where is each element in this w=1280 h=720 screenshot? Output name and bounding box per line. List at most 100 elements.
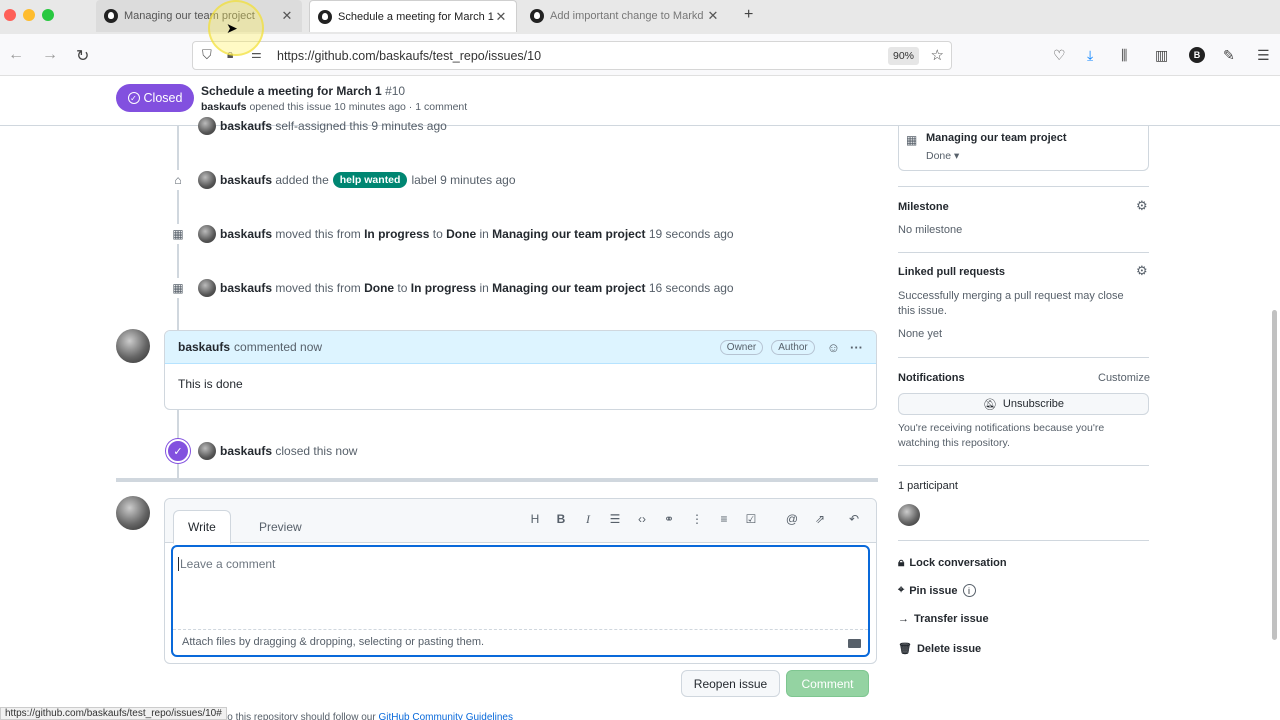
zoom-level[interactable]: 90% [887, 47, 919, 65]
tab-preview[interactable]: Preview [245, 510, 316, 544]
browser-tab-project[interactable]: Managing our team project ✕ [96, 0, 302, 32]
comment-time[interactable]: commented now [234, 340, 322, 354]
bookmark-star-icon[interactable]: ☆ [931, 46, 944, 64]
unsubscribe-button[interactable]: 🔕︎ Unsubscribe [898, 393, 1149, 415]
transfer-issue-action[interactable]: → Transfer issue [898, 613, 989, 625]
url-text[interactable]: https://github.com/baskaufs/test_repo/is… [277, 49, 541, 63]
github-icon [104, 9, 118, 23]
browser-tab-markdown[interactable]: Add important change to Markd ✕ [522, 0, 728, 32]
user-avatar[interactable] [198, 225, 216, 243]
quote-icon[interactable]: ☰ [606, 512, 624, 526]
shield-icon[interactable]: ⛉ [202, 47, 212, 63]
address-bar[interactable]: ⛉ 🔒︎ ⚌ https://github.com/baskaufs/test_… [192, 41, 952, 70]
page-scrollbar[interactable] [1272, 310, 1277, 640]
close-tab-icon[interactable]: ✕ [494, 9, 508, 25]
new-tab-icon[interactable]: + [744, 6, 753, 24]
close-tab-icon[interactable]: ✕ [280, 8, 294, 24]
guidelines-link[interactable]: GitHub Community Guidelines [378, 712, 513, 720]
downloads-icon[interactable]: ⤓ [1087, 47, 1093, 64]
event-time[interactable]: 16 seconds ago [649, 281, 734, 295]
user-avatar[interactable] [198, 279, 216, 297]
forward-icon[interactable]: → [42, 46, 58, 64]
project-status: Done [926, 150, 952, 162]
code-icon[interactable]: ‹› [633, 512, 651, 526]
author-badge: Author [771, 339, 815, 355]
help-wanted-label[interactable]: help wanted [332, 172, 408, 188]
comment-button[interactable]: Comment [786, 670, 869, 697]
milestone-gear-icon[interactable]: ⚙ [1136, 198, 1148, 214]
event-user[interactable]: baskaufs [220, 444, 272, 458]
saved-replies-icon[interactable]: ↶ [845, 512, 863, 526]
sidebar-divider [898, 540, 1149, 541]
author-link[interactable]: baskaufs [201, 101, 247, 113]
user-avatar[interactable] [198, 171, 216, 189]
pin-issue-action[interactable]: ⌖ Pin issue i [898, 584, 976, 597]
mention-icon[interactable]: @ [783, 512, 801, 526]
bullet-list-icon[interactable]: ⋮ [688, 512, 706, 526]
kebab-menu-icon[interactable]: ··· [850, 340, 863, 355]
project-name[interactable]: Managing our team project [926, 132, 1067, 144]
event-user[interactable]: baskaufs [220, 173, 272, 187]
github-icon [318, 9, 332, 24]
reload-icon[interactable]: ↻ [76, 46, 89, 66]
linked-prs-description: Successfully merging a pull request may … [898, 290, 1124, 317]
numbered-list-icon[interactable]: ≡ [715, 512, 733, 526]
zoom-window-button[interactable] [42, 9, 54, 21]
project-status-dropdown[interactable]: Done ▾ [926, 150, 959, 162]
user-avatar[interactable] [198, 117, 216, 135]
lock-conversation-action[interactable]: 🔒︎ Lock conversation [898, 555, 1007, 570]
comment-textarea[interactable]: Leave a comment Attach files by dragging… [171, 545, 870, 657]
participant-avatar[interactable] [898, 504, 920, 526]
reopen-issue-button[interactable]: Reopen issue [681, 670, 780, 697]
issue-number: #10 [385, 84, 406, 98]
github-icon [530, 9, 544, 23]
profile-avatar[interactable]: B [1189, 47, 1205, 63]
comment-author-avatar[interactable] [116, 329, 150, 363]
comment-author[interactable]: baskaufs [178, 340, 230, 354]
tab-write[interactable]: Write [173, 510, 231, 544]
text-caret [178, 557, 179, 571]
sticky-issue-title[interactable]: Schedule a meeting for March 1 #10 [201, 84, 405, 98]
menu-icon[interactable]: ☰ [1257, 47, 1270, 64]
event-user[interactable]: baskaufs [220, 119, 272, 133]
delete-issue-action[interactable]: 🗑︎ Delete issue [898, 642, 982, 656]
project-link[interactable]: Managing our team project [492, 281, 645, 295]
task-list-icon[interactable]: ☑ [742, 512, 760, 526]
check-circle-icon: ✓ [127, 92, 140, 104]
close-tab-icon[interactable]: ✕ [706, 8, 720, 24]
linked-prs-heading[interactable]: Linked pull requests [898, 266, 1149, 278]
minimize-window-button[interactable] [23, 9, 35, 21]
trash-icon: 🗑︎ [898, 643, 912, 655]
column-to: In progress [410, 281, 477, 295]
event-user[interactable]: baskaufs [220, 281, 272, 295]
markdown-icon[interactable] [848, 639, 861, 648]
pocket-icon[interactable]: ♡ [1053, 47, 1066, 64]
milestone-heading[interactable]: Milestone [898, 201, 1149, 213]
italic-button[interactable]: I [579, 512, 597, 527]
info-icon[interactable]: i [962, 584, 976, 597]
user-avatar[interactable] [198, 442, 216, 460]
current-user-avatar[interactable] [116, 496, 150, 530]
event-text: to [397, 281, 408, 295]
column-to: Done [446, 227, 477, 241]
project-link[interactable]: Managing our team project [492, 227, 645, 241]
browser-tab-issue[interactable]: Schedule a meeting for March 1 ✕ [309, 0, 517, 32]
link-icon[interactable]: ⚭ [660, 512, 678, 526]
cross-reference-icon[interactable]: ⇗ [811, 512, 829, 526]
event-user[interactable]: baskaufs [220, 227, 272, 241]
attach-files-hint[interactable]: Attach files by dragging & dropping, sel… [173, 629, 868, 655]
event-time[interactable]: 19 seconds ago [649, 227, 734, 241]
delete-label: Delete issue [916, 642, 982, 655]
close-window-button[interactable] [4, 9, 16, 21]
library-icon[interactable]: ⫼ [1121, 47, 1127, 64]
event-text: moved this from [275, 227, 361, 241]
heading-button[interactable]: H [526, 512, 544, 526]
sidebar-toggle-icon[interactable]: ▥ [1155, 47, 1168, 64]
timeline-event-assigned: baskaufs self-assigned this 9 minutes ag… [198, 117, 447, 135]
smiley-icon[interactable]: ☺ [827, 340, 840, 355]
extension-icon[interactable]: ✎ [1223, 47, 1235, 64]
customize-link[interactable]: Customize [1098, 372, 1150, 384]
linked-prs-gear-icon[interactable]: ⚙ [1136, 263, 1148, 279]
back-icon[interactable]: ← [8, 46, 24, 64]
bold-button[interactable]: B [552, 512, 570, 526]
